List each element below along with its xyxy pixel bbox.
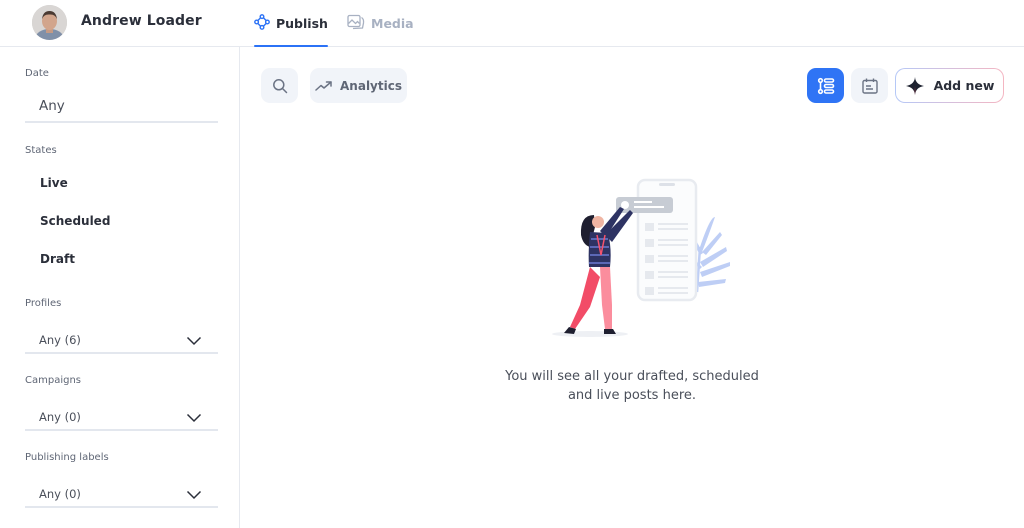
tab-publish-label: Publish	[276, 15, 328, 31]
analytics-label: Analytics	[340, 78, 402, 93]
campaigns-field-underline	[25, 429, 218, 431]
profiles-label: Profiles	[25, 298, 62, 309]
publish-icon	[254, 13, 270, 33]
profiles-value[interactable]: Any (6)	[39, 333, 81, 347]
add-new-button[interactable]: Add new	[895, 68, 1004, 103]
plus-sparkle-icon	[905, 76, 924, 95]
campaigns-value[interactable]: Any (0)	[39, 410, 81, 424]
empty-state-line-1: You will see all your drafted, scheduled	[505, 369, 759, 384]
search-button[interactable]	[261, 68, 298, 103]
calendar-icon	[861, 78, 878, 94]
tab-media-label: Media	[371, 15, 414, 31]
campaigns-label: Campaigns	[25, 375, 82, 386]
user-avatar[interactable]	[32, 5, 67, 40]
search-icon	[272, 78, 287, 93]
tab-publish[interactable]: Publish	[254, 0, 328, 47]
profiles-field-underline	[25, 352, 218, 354]
list-view-icon	[817, 77, 834, 94]
state-live[interactable]: Live	[40, 176, 68, 190]
chevron-down-icon[interactable]	[186, 336, 202, 346]
top-header: Andrew Loader Publish Media	[0, 0, 1024, 47]
date-label: Date	[25, 68, 49, 79]
publishing-labels-value[interactable]: Any (0)	[39, 487, 81, 501]
date-value[interactable]: Any	[39, 98, 65, 114]
media-icon	[347, 14, 365, 33]
user-name: Andrew Loader	[81, 13, 202, 29]
analytics-button[interactable]: Analytics	[310, 68, 407, 103]
woman-figure	[564, 207, 633, 334]
empty-state-message: You will see all your drafted, scheduled…	[482, 367, 782, 405]
trending-up-icon	[315, 80, 332, 91]
empty-state-line-2: and live posts here.	[567, 388, 697, 403]
state-draft[interactable]: Draft	[40, 252, 75, 266]
main-content: Analytics Add new You will see all your …	[241, 47, 1024, 528]
publishing-labels-label: Publishing labels	[25, 452, 109, 463]
list-view-button[interactable]	[807, 68, 844, 103]
chevron-down-icon[interactable]	[186, 413, 202, 423]
publishing-labels-field-underline	[25, 506, 218, 508]
tab-media[interactable]: Media	[347, 0, 414, 46]
chevron-down-icon[interactable]	[186, 490, 202, 500]
filter-sidebar: Date Any States Live Scheduled Draft Pro…	[0, 47, 240, 528]
add-new-label: Add new	[933, 78, 995, 93]
date-field-underline	[25, 121, 218, 123]
state-scheduled[interactable]: Scheduled	[40, 214, 110, 228]
empty-state-illustration	[552, 178, 730, 337]
states-label: States	[25, 145, 57, 156]
calendar-view-button[interactable]	[851, 68, 888, 103]
